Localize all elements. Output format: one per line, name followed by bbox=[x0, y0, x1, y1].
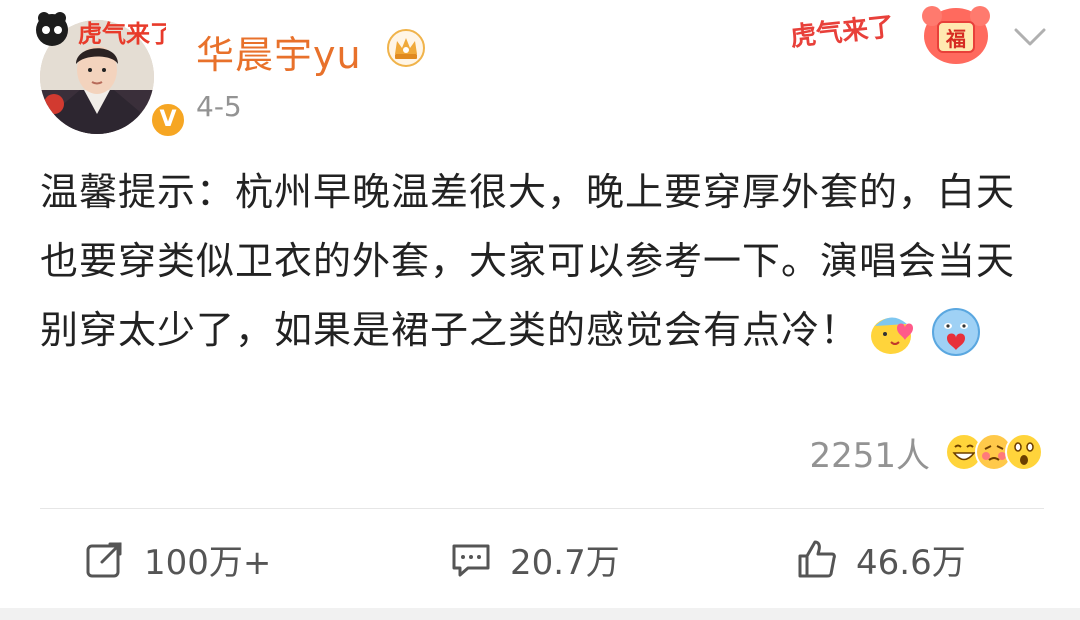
reactions-summary[interactable]: 2251人 bbox=[809, 424, 1044, 480]
comment-count: 20.7万 bbox=[510, 542, 620, 583]
hug-emoji-icon bbox=[871, 316, 914, 354]
repost-icon bbox=[86, 542, 122, 578]
festive-tiger-banner[interactable]: 虎气来了 福 bbox=[786, 0, 996, 68]
surprised-face-icon bbox=[1005, 433, 1043, 471]
reaction-count: 2251人 bbox=[809, 435, 930, 476]
post-date: 4-5 bbox=[196, 90, 242, 123]
festive-banner-text: 虎气来了 bbox=[789, 11, 896, 53]
festive-tag-text: 福 bbox=[945, 27, 966, 51]
heart-emoji-icon bbox=[932, 307, 981, 356]
comment-button[interactable]: 20.7万 bbox=[450, 534, 620, 584]
divider bbox=[40, 508, 1044, 509]
verified-badge-icon: V bbox=[148, 100, 188, 140]
repost-button[interactable]: 100万+ bbox=[84, 534, 271, 584]
avatar-badge-text: 虎气来了 bbox=[78, 20, 166, 48]
thumbs-up-icon bbox=[798, 540, 836, 578]
avatar-container[interactable]: 虎气来了 V bbox=[30, 8, 188, 140]
like-button[interactable]: 46.6万 bbox=[796, 534, 966, 584]
avatar-tiger-badge: 虎气来了 bbox=[36, 12, 166, 48]
repost-count: 100万+ bbox=[144, 542, 272, 583]
crown-badge-icon[interactable] bbox=[386, 28, 426, 68]
like-count: 46.6万 bbox=[856, 542, 966, 583]
username[interactable]: 华晨宇yu bbox=[196, 24, 362, 79]
comment-icon bbox=[452, 544, 490, 577]
post-text: 温馨提示：杭州早晚温差很大，晚上要穿厚外套的，白天也要穿类似卫衣的外套，大家可以… bbox=[40, 158, 1040, 365]
bottom-separator bbox=[0, 608, 1080, 620]
chevron-down-icon[interactable] bbox=[1010, 22, 1050, 52]
